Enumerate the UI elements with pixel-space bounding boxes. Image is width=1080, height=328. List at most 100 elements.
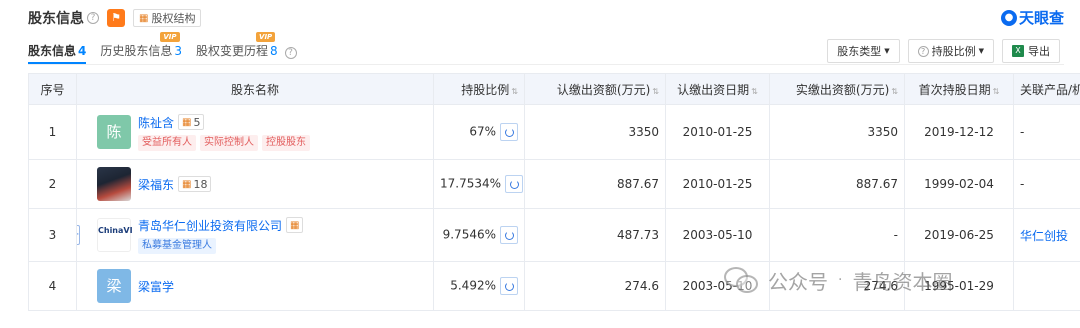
tag-controlling-shareholder: 控股股东 (262, 134, 310, 151)
col-header-sub-date[interactable]: 认缴出资日期 ⇅ (665, 73, 770, 105)
caret-down-icon: ▼ (884, 47, 890, 55)
col-header-first-date[interactable]: 首次持股日期 ⇅ (904, 73, 1014, 105)
sort-icon: ⇅ (891, 86, 898, 96)
tab-label: 股权变更历程 (196, 44, 269, 58)
col-header-index: 序号 (28, 73, 77, 105)
col-header-name: 股东名称 (76, 73, 434, 105)
ratio-value: 5.492% (450, 278, 496, 293)
shareholder-name-link[interactable]: 陈祉含 (138, 114, 174, 131)
sort-icon: ⇅ (751, 86, 758, 96)
shareholder-cell: 梁福东 ▦ 18 (76, 159, 434, 209)
help-icon[interactable]: ? (87, 12, 99, 24)
shareholder-name-link[interactable]: 梁富学 (138, 278, 174, 295)
col-header-related: 关联产品/机构 (1013, 73, 1080, 105)
ratio-dropdown[interactable]: ? 持股比例 ▼ (907, 39, 994, 63)
relation-badge[interactable]: ▦ 18 (178, 176, 212, 192)
paid-amount-cell: 887.67 (769, 159, 905, 209)
equity-structure-badge[interactable]: ▦ (286, 217, 304, 233)
col-header-ratio[interactable]: 持股比例 ⇅ (433, 73, 525, 105)
avatar: 梁 (97, 269, 131, 303)
sub-amount-cell: 3350 (524, 104, 666, 160)
table-row: 4 梁 梁富学 5.492% 274.6 2003-05-10 274.6 19… (28, 261, 1080, 311)
row-index: 1 (28, 104, 77, 160)
shareholder-name-link[interactable]: 梁福东 (138, 176, 174, 193)
table-row: 3 + ChinaVI 青岛华仁创业投资有限公司 ▦ 私募基金管理人 (28, 208, 1080, 262)
tab-shareholders[interactable]: 股东信息 4 (28, 40, 87, 64)
toolbar: 股东类型 ▼ ? 持股比例 ▼ X 导出 (819, 39, 1060, 63)
related-cell: - (1013, 159, 1080, 209)
col-header-sub-amount[interactable]: 认缴出资额(万元) ⇅ (524, 73, 666, 105)
related-product-link[interactable]: 华仁创投 (1020, 229, 1068, 243)
brand-logo: ● 天眼查 (1000, 7, 1064, 28)
excel-icon: X (1012, 45, 1024, 57)
col-header-paid-amount[interactable]: 实缴出资额(万元) ⇅ (769, 73, 905, 105)
caret-down-icon: ▼ (978, 47, 984, 55)
relation-count: 18 (193, 177, 208, 191)
sub-date-cell: 2003-05-10 (665, 208, 770, 262)
sub-date-cell: 2003-05-10 (665, 261, 770, 311)
bell-icon[interactable]: ⚑ (107, 9, 125, 27)
ratio-cell: 67% (433, 104, 525, 160)
first-date-cell: 2019-06-25 (904, 208, 1014, 262)
relation-count: 5 (193, 115, 201, 129)
shareholder-table: 序号 股东名称 持股比例 ⇅ 认缴出资额(万元) ⇅ 认缴出资日期 ⇅ 实缴出资额(万… (28, 73, 1080, 311)
col-header-label: 首次持股日期 (918, 82, 991, 97)
related-cell (1013, 261, 1080, 311)
shareholder-cell: 梁 梁富学 (76, 261, 434, 311)
ratio-cell: 5.492% (433, 261, 525, 311)
pie-chart-icon[interactable] (500, 277, 518, 295)
help-icon: ? (917, 45, 929, 57)
pie-chart-icon[interactable] (500, 226, 518, 244)
org-chart-icon: ▦ (290, 219, 300, 231)
tab-label: 股东信息 (28, 44, 77, 58)
help-icon[interactable]: ? (284, 47, 297, 59)
ratio-cell: 17.7534% (433, 159, 525, 209)
export-button[interactable]: X 导出 (1002, 39, 1060, 63)
shareholder-type-dropdown[interactable]: 股东类型 ▼ (827, 39, 900, 63)
first-date-cell: 1999-02-04 (904, 159, 1014, 209)
shareholder-name-link[interactable]: 青岛华仁创业投资有限公司 (138, 217, 282, 234)
sort-icon: ⇅ (511, 86, 518, 96)
avatar-photo (97, 167, 131, 201)
row-index: 2 (28, 159, 77, 209)
ratio-value: 67% (469, 124, 496, 139)
tab-label: 历史股东信息 (100, 44, 173, 58)
tab-count: 4 (78, 44, 87, 58)
row-index: 3 (28, 208, 77, 262)
sub-amount-cell: 274.6 (524, 261, 666, 311)
row-index: 4 (28, 261, 77, 311)
first-date-cell: 2019-12-12 (904, 104, 1014, 160)
vip-badge: VIP (256, 32, 276, 42)
tag-fund-manager: 私募基金管理人 (138, 237, 216, 254)
tab-history-shareholders[interactable]: VIP 历史股东信息 3 (100, 32, 183, 64)
equity-structure-label: 股权结构 (151, 12, 196, 25)
tab-divider (28, 64, 1064, 65)
org-chart-icon: ▦ (139, 12, 149, 24)
first-date-cell: 1995-01-29 (904, 261, 1014, 311)
table-row: 1 陈 陈祉含 ▦ 5 受益所有人 实际控制人 控股股东 67% 3350 20… (28, 104, 1080, 160)
tab-count: 3 (174, 44, 183, 58)
sort-icon: ⇅ (992, 86, 1000, 96)
tab-bar: 股东信息 4 VIP 历史股东信息 3 VIP 股权变更历程 8 ? (28, 32, 311, 64)
col-header-label: 持股比例 (461, 82, 510, 97)
company-logo: ChinaVI (97, 218, 133, 252)
relation-badge[interactable]: ▦ 5 (178, 114, 205, 130)
brand-eye-icon: ● (1000, 9, 1017, 26)
section-header: 股东信息 ? ⚑ ▦ 股权结构 (28, 8, 202, 28)
shareholder-cell: 陈 陈祉含 ▦ 5 受益所有人 实际控制人 控股股东 (76, 104, 434, 160)
tab-equity-changes[interactable]: VIP 股权变更历程 8 ? (196, 32, 297, 64)
paid-amount-cell: 274.6 (769, 261, 905, 311)
related-cell: - (1013, 104, 1080, 160)
tag-beneficial-owner: 受益所有人 (138, 134, 196, 151)
sub-date-cell: 2010-01-25 (665, 159, 770, 209)
sort-icon: ⇅ (652, 86, 659, 96)
tab-count: 8 (270, 44, 278, 58)
brand-name: 天眼查 (1018, 9, 1064, 27)
pie-chart-icon[interactable] (505, 175, 524, 193)
equity-structure-button[interactable]: ▦ 股权结构 (133, 9, 202, 27)
sub-date-cell: 2010-01-25 (665, 104, 770, 160)
pie-chart-icon[interactable] (500, 123, 518, 141)
ratio-value: 17.7534% (440, 176, 502, 191)
expand-plus-icon[interactable]: + (77, 225, 80, 245)
export-label: 导出 (1028, 45, 1050, 58)
